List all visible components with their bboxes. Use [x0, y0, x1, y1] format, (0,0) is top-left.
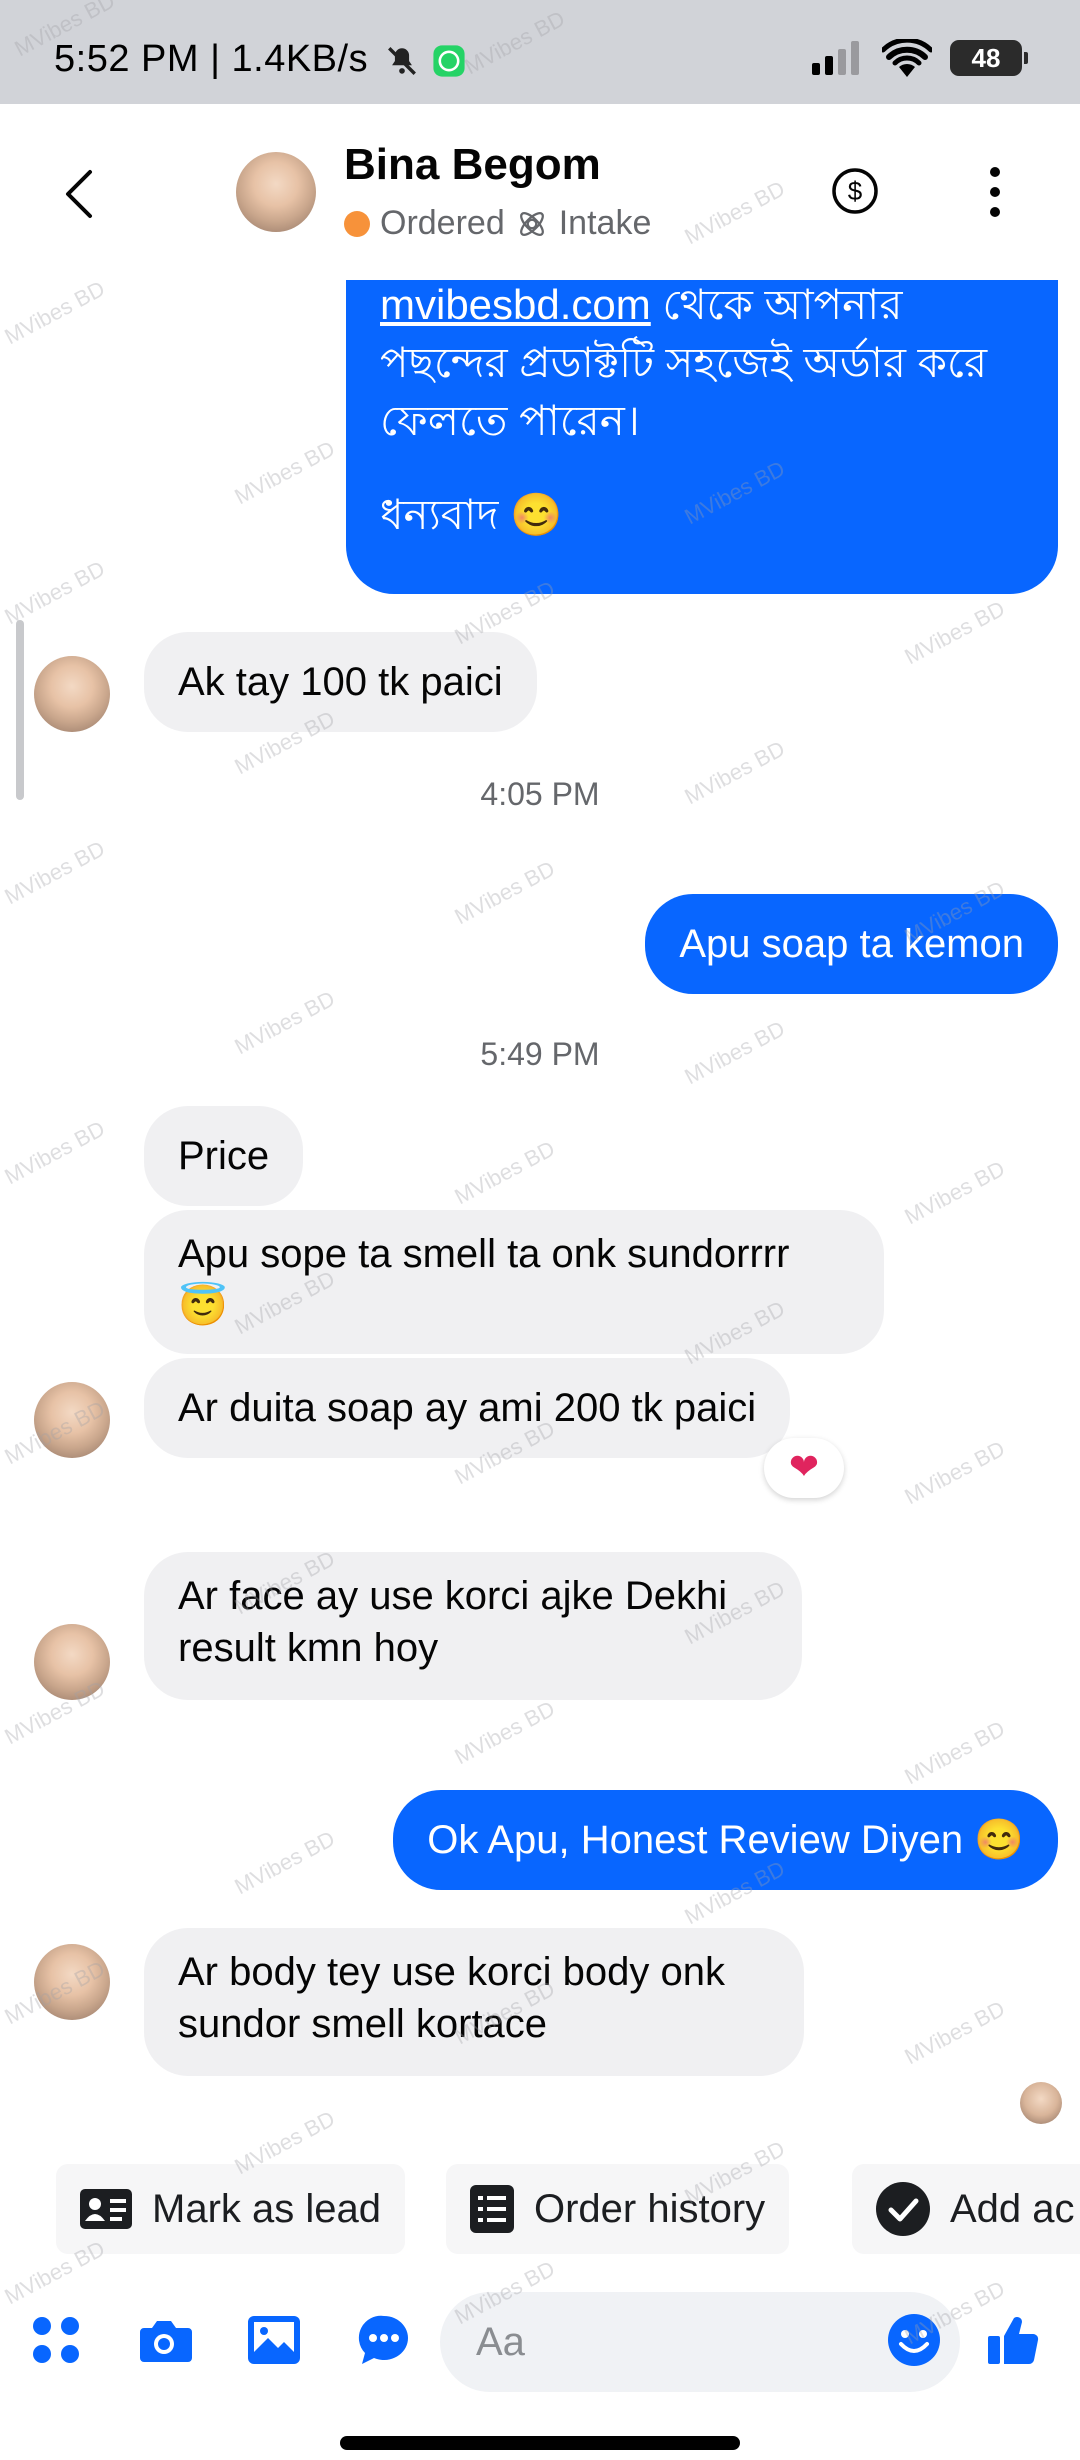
- chip-label: Add ac: [950, 2186, 1075, 2231]
- message-input[interactable]: Aa: [440, 2292, 960, 2392]
- wifi-icon: [882, 39, 932, 77]
- more-options-button[interactable]: [980, 164, 1010, 220]
- message-text: ধন্যবাদ 😊: [380, 491, 563, 538]
- message-incoming[interactable]: Ak tay 100 tk paici: [144, 632, 537, 732]
- contact-avatar[interactable]: [236, 152, 316, 232]
- quick-actions: Mark as lead Order history Add ac: [0, 2150, 1080, 2260]
- add-ad-button[interactable]: Add ac: [852, 2164, 1080, 2254]
- emoji-icon[interactable]: [884, 2310, 944, 2370]
- intake-icon: [519, 211, 544, 236]
- timestamp: 5:49 PM: [480, 1036, 600, 1072]
- battery-icon: 48: [950, 40, 1028, 76]
- message-outgoing[interactable]: Apu soap ta kemon: [645, 894, 1058, 994]
- contact-name[interactable]: Bina Begom: [344, 140, 601, 190]
- status-bar: 5:52 PM | 1.4KB/s 48: [0, 0, 1080, 104]
- payment-button[interactable]: $: [830, 166, 880, 216]
- timestamp: 4:05 PM: [480, 776, 600, 812]
- status-time: 5:52 PM | 1.4KB/s: [54, 38, 369, 80]
- message-link[interactable]: mvibesbd.com: [380, 281, 651, 328]
- ordered-dot-icon: [344, 210, 370, 237]
- message-incoming[interactable]: Price: [144, 1106, 304, 1206]
- sender-avatar[interactable]: [34, 656, 110, 732]
- chip-label: Mark as lead: [152, 2186, 381, 2231]
- svg-text:$: $: [848, 176, 863, 206]
- chat-bubble-icon[interactable]: [354, 2310, 414, 2370]
- status-icons: 48: [812, 38, 1028, 78]
- mark-as-lead-button[interactable]: Mark as lead: [56, 2164, 405, 2254]
- back-button[interactable]: [56, 164, 104, 224]
- sender-avatar[interactable]: [34, 1624, 110, 1700]
- home-indicator[interactable]: [340, 2436, 740, 2450]
- camera-icon[interactable]: [134, 2310, 194, 2370]
- heart-reaction[interactable]: ❤: [764, 1438, 844, 1498]
- contact-tags: Ordered Intake: [344, 204, 651, 243]
- whatsapp-icon: [433, 45, 465, 77]
- order-history-button[interactable]: Order history: [446, 2164, 790, 2254]
- mute-icon: [388, 47, 416, 75]
- contact-card-icon: [80, 2189, 132, 2229]
- message-outgoing[interactable]: mvibesbd.com থেকে আপনার পছন্দের প্রডাক্ট…: [346, 280, 1058, 594]
- check-circle-icon: [876, 2182, 930, 2236]
- order-list-icon: [470, 2185, 514, 2233]
- sender-avatar[interactable]: [34, 1944, 110, 2020]
- conversation-header: Bina Begom Ordered Intake $: [0, 104, 1080, 280]
- message-incoming[interactable]: Ar duita soap ay ami 200 tk paici: [144, 1358, 791, 1458]
- message-incoming[interactable]: Ar body tey use korci body onk sundor sm…: [144, 1928, 804, 2076]
- like-thumbs-up-icon[interactable]: [984, 2310, 1044, 2370]
- message-composer: Aa: [0, 2266, 1080, 2422]
- message-incoming[interactable]: Ar face ay use korci ajke Dekhi result k…: [144, 1552, 802, 1700]
- chip-label: Order history: [534, 2186, 766, 2231]
- gallery-icon[interactable]: [244, 2310, 304, 2370]
- sender-avatar[interactable]: [34, 1382, 110, 1458]
- menu-grid-icon[interactable]: [26, 2310, 86, 2370]
- tag-ordered: Ordered: [380, 204, 505, 242]
- signal-icon: [812, 41, 859, 75]
- message-incoming[interactable]: Apu sope ta smell ta onk sundorrrr 😇: [144, 1210, 884, 1354]
- tag-intake: Intake: [558, 204, 652, 242]
- scrollbar[interactable]: [16, 620, 24, 800]
- message-list[interactable]: mvibesbd.com থেকে আপনার পছন্দের প্রডাক্ট…: [0, 280, 1080, 2150]
- seen-receipt-avatar: [1020, 2082, 1062, 2124]
- message-outgoing[interactable]: Ok Apu, Honest Review Diyen 😊: [393, 1790, 1058, 1890]
